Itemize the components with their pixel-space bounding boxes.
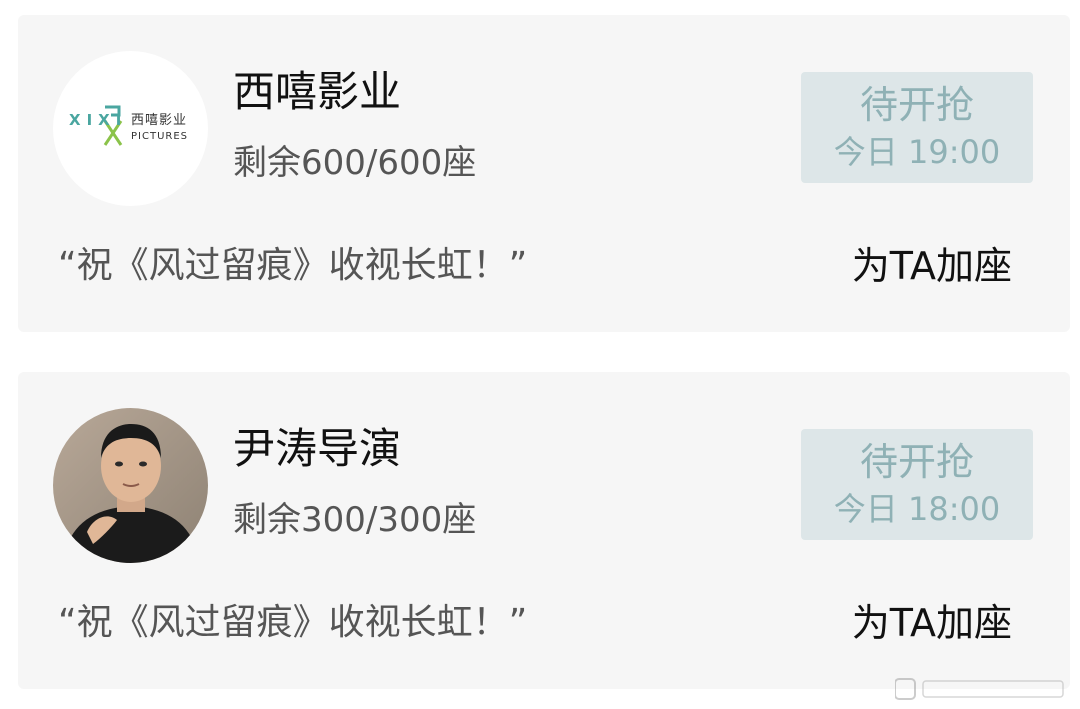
watermark-icon [895,678,1064,700]
avatar[interactable] [53,408,208,563]
host-name: 西嘻影业 [233,67,402,116]
seat-card: XIXI 西嘻影业 PICTURES 西嘻影业 剩余600/600座 待开抢 今… [18,15,1070,332]
status-time: 今日 19:00 [833,133,1001,171]
wish-message: “祝《风过留痕》收视长虹！” [58,245,528,286]
logo-cn-text: 西嘻影业 [131,113,188,128]
add-seat-button[interactable]: 为TA加座 [852,600,1012,646]
host-name: 尹涛导演 [233,424,402,473]
logo-xixi-text: XIXI [69,111,128,129]
page: XIXI 西嘻影业 PICTURES 西嘻影业 剩余600/600座 待开抢 今… [0,0,1080,709]
add-seat-button[interactable]: 为TA加座 [852,243,1012,289]
avatar[interactable]: XIXI 西嘻影业 PICTURES [53,51,208,206]
status-badge[interactable]: 待开抢 今日 18:00 [801,429,1033,540]
status-badge[interactable]: 待开抢 今日 19:00 [801,72,1033,183]
wish-message: “祝《风过留痕》收视长虹！” [58,602,528,643]
company-logo: XIXI 西嘻影业 PICTURES [69,101,199,151]
seats-remaining: 剩余300/300座 [233,500,477,540]
status-title: 待开抢 [859,83,974,127]
logo-en-text: PICTURES [131,131,189,142]
person-photo-icon [53,408,208,563]
seat-card: 尹涛导演 剩余300/300座 待开抢 今日 18:00 “祝《风过留痕》收视长… [18,372,1070,689]
status-time: 今日 18:00 [833,490,1001,528]
seats-remaining: 剩余600/600座 [233,143,477,183]
status-title: 待开抢 [859,440,974,484]
